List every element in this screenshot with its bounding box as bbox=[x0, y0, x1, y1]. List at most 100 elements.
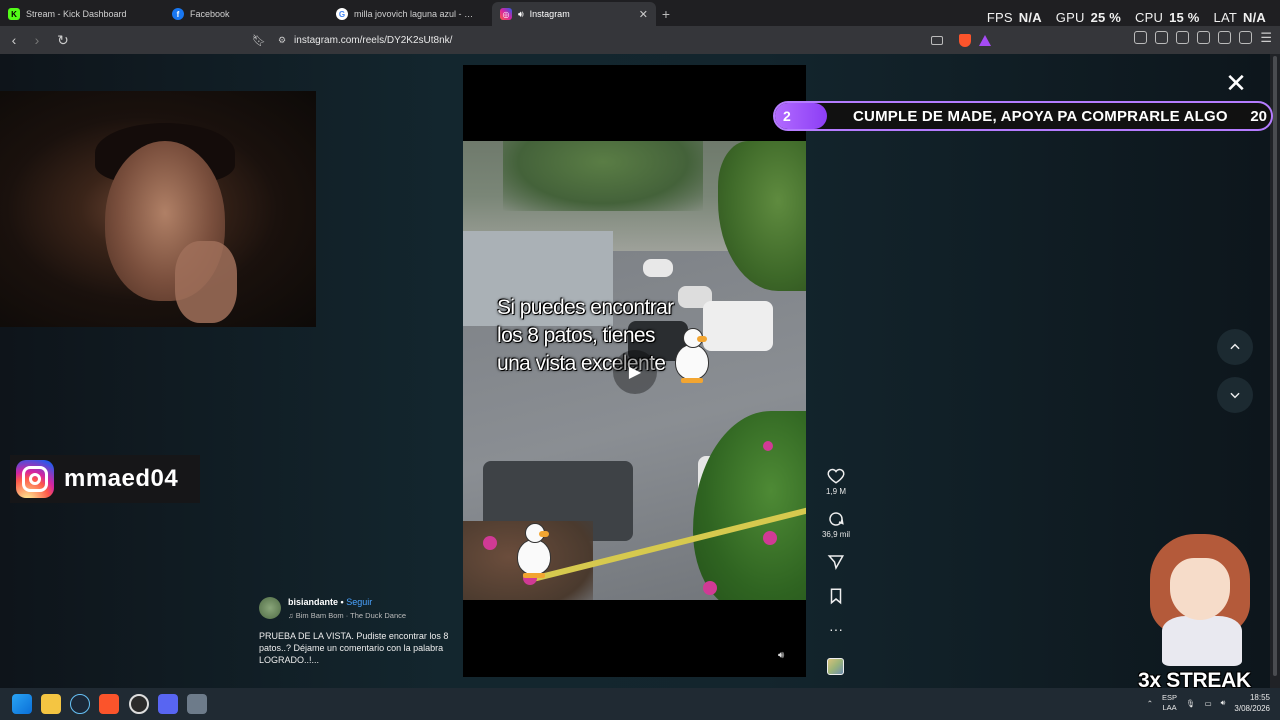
like-count: 1,9 M bbox=[825, 487, 846, 496]
caption-text: PRUEBA DE LA VISTA. Pudiste encontrar lo… bbox=[259, 631, 449, 665]
url-text[interactable]: instagram.com/reels/DY2K2sUt8nk/ bbox=[294, 35, 452, 46]
site-info-icon[interactable]: ⚙ bbox=[278, 35, 286, 46]
tab-label: Stream - Kick Dashboard bbox=[26, 9, 127, 19]
follow-button[interactable]: Seguir bbox=[346, 597, 372, 607]
tab-facebook[interactable]: f Facebook bbox=[164, 2, 328, 26]
goal-text: CUMPLE DE MADE, APOYA PA COMPRARLE ALGO bbox=[853, 108, 1228, 125]
instagram-handle: mmaed04 bbox=[64, 465, 179, 492]
author-name[interactable]: bisiandante bbox=[288, 597, 338, 607]
play-button[interactable]: ▶ bbox=[613, 350, 657, 394]
windows-taskbar: ⌃ ESP LAA 🎙︎ ▭ 🔊︎ 18:55 3/08/2026 bbox=[0, 688, 1280, 720]
discord-icon[interactable] bbox=[158, 694, 178, 714]
chevron-up-icon[interactable]: ⌃ bbox=[1147, 699, 1153, 708]
calculator-icon[interactable] bbox=[187, 694, 207, 714]
tab-google-search[interactable]: G milla jovovich laguna azul - Mask'ana bbox=[328, 2, 492, 26]
cpu-stat: CPU 15 % bbox=[1135, 10, 1200, 25]
volume-icon[interactable]: 🔊︎ bbox=[1221, 698, 1226, 708]
more-options-button[interactable]: ··· bbox=[816, 621, 856, 637]
leo-ai-icon[interactable] bbox=[1218, 31, 1232, 44]
microphone-icon[interactable]: 🎙︎ bbox=[1186, 699, 1196, 708]
browser-toolbar: ‹ › ↻ 🔖︎ ⚙ instagram.com/reels/DY2K2sUt8… bbox=[0, 26, 1280, 54]
scrollbar-thumb[interactable] bbox=[1273, 56, 1277, 676]
extensions-icon[interactable] bbox=[1134, 31, 1148, 44]
network-icon[interactable]: ▭ bbox=[1205, 699, 1212, 708]
more-icon: ··· bbox=[829, 621, 843, 637]
save-button[interactable] bbox=[816, 587, 856, 605]
video-car bbox=[643, 259, 673, 277]
video-trees bbox=[503, 141, 703, 211]
chevron-up-icon bbox=[1230, 343, 1240, 350]
webcam-hand bbox=[175, 241, 237, 323]
video-flower bbox=[763, 531, 777, 545]
tab-label: Instagram bbox=[529, 9, 570, 19]
author-avatar[interactable] bbox=[259, 597, 281, 619]
send-icon bbox=[827, 555, 845, 571]
goal-target: 20 bbox=[1250, 108, 1267, 125]
close-tab-icon[interactable]: ✕ bbox=[639, 8, 648, 21]
media-icon[interactable] bbox=[1155, 31, 1169, 44]
kick-icon: K bbox=[8, 8, 20, 20]
webcam-feed bbox=[0, 91, 316, 327]
bookmark-icon bbox=[830, 588, 842, 605]
comment-count: 36,9 mil bbox=[821, 530, 850, 539]
brave-rewards-icon[interactable] bbox=[979, 34, 991, 46]
lat-stat: LAT N/A bbox=[1213, 10, 1266, 25]
previous-reel-button[interactable] bbox=[1217, 329, 1253, 365]
video-flower bbox=[703, 581, 717, 595]
brave-icon[interactable] bbox=[99, 694, 119, 714]
comment-button[interactable]: 36,9 mil bbox=[816, 510, 856, 539]
tab-kick-dashboard[interactable]: K Stream - Kick Dashboard bbox=[0, 2, 164, 26]
audio-track[interactable]: ♫ Bim Bam Bom · The Duck Dance bbox=[288, 611, 406, 620]
play-icon: ▶ bbox=[628, 364, 642, 381]
video-overlay-text: Si puedes encontrar los 8 patos, tienes … bbox=[497, 296, 674, 375]
video-duck bbox=[515, 521, 555, 579]
brave-shield-icon[interactable] bbox=[959, 33, 971, 47]
next-reel-button[interactable] bbox=[1217, 377, 1253, 413]
close-button[interactable]: ✕ bbox=[1224, 70, 1248, 96]
obs-icon[interactable] bbox=[129, 694, 149, 714]
fps-stat: FPS N/A bbox=[986, 10, 1042, 25]
speaker-icon[interactable]: 🔊︎ bbox=[518, 9, 524, 20]
gpu-stat: GPU 25 % bbox=[1055, 10, 1122, 25]
reload-button[interactable]: ↻ bbox=[53, 30, 73, 50]
facebook-icon: f bbox=[172, 8, 184, 20]
comment-icon bbox=[829, 512, 844, 526]
new-tab-button[interactable]: + bbox=[656, 2, 676, 26]
heart-icon bbox=[827, 468, 845, 484]
goal-current: 2 bbox=[783, 108, 791, 124]
screen: K Stream - Kick Dashboard f Facebook G m… bbox=[0, 0, 1280, 720]
forward-button[interactable]: › bbox=[27, 30, 47, 50]
instagram-handle-overlay: mmaed04 bbox=[10, 455, 200, 503]
like-button[interactable]: 1,9 M bbox=[816, 467, 856, 496]
audio-thumbnail[interactable] bbox=[827, 658, 844, 675]
address-bar[interactable]: 🔖︎ ⚙ instagram.com/reels/DY2K2sUt8nk/ bbox=[252, 29, 997, 51]
share-button[interactable] bbox=[816, 553, 856, 571]
system-tray: ⌃ ESP LAA 🎙︎ ▭ 🔊︎ 18:55 3/08/2026 bbox=[1147, 692, 1270, 714]
screen-cast-icon[interactable] bbox=[931, 35, 943, 45]
clock[interactable]: 18:55 3/08/2026 bbox=[1234, 692, 1270, 714]
close-icon: ✕ bbox=[1225, 68, 1247, 98]
audio-title: Bim Bam Bom · The Duck Dance bbox=[295, 611, 407, 620]
toolbar-icons: ☰ bbox=[1134, 31, 1272, 44]
page-scrollbar[interactable] bbox=[1270, 54, 1280, 688]
wallet-icon[interactable] bbox=[1197, 31, 1211, 44]
vpn-icon[interactable] bbox=[1239, 31, 1253, 44]
windows-start-icon[interactable] bbox=[12, 694, 32, 714]
music-note-icon: ♫ bbox=[288, 611, 296, 620]
sidebar-icon[interactable] bbox=[1176, 31, 1190, 44]
steam-icon[interactable] bbox=[70, 694, 90, 714]
menu-icon[interactable]: ☰ bbox=[1260, 31, 1272, 44]
video-car bbox=[703, 301, 773, 351]
performance-stats: FPS N/A GPU 25 % CPU 15 % LAT N/A bbox=[987, 10, 1266, 25]
instagram-icon: ◎ bbox=[500, 8, 512, 20]
mute-button[interactable]: 🔊︎ bbox=[778, 650, 794, 664]
bookmark-icon[interactable]: 🔖︎ bbox=[252, 34, 266, 47]
author-line: bisiandante • Seguir bbox=[288, 597, 372, 607]
language-indicator[interactable]: ESP LAA bbox=[1162, 693, 1177, 713]
video-flower bbox=[763, 441, 773, 451]
file-explorer-icon[interactable] bbox=[41, 694, 61, 714]
tab-label: milla jovovich laguna azul - Mask'ana bbox=[354, 9, 474, 19]
tab-instagram[interactable]: ◎ 🔊︎ Instagram ✕ bbox=[492, 2, 656, 26]
video-flower bbox=[483, 536, 497, 550]
back-button[interactable]: ‹ bbox=[4, 30, 24, 50]
